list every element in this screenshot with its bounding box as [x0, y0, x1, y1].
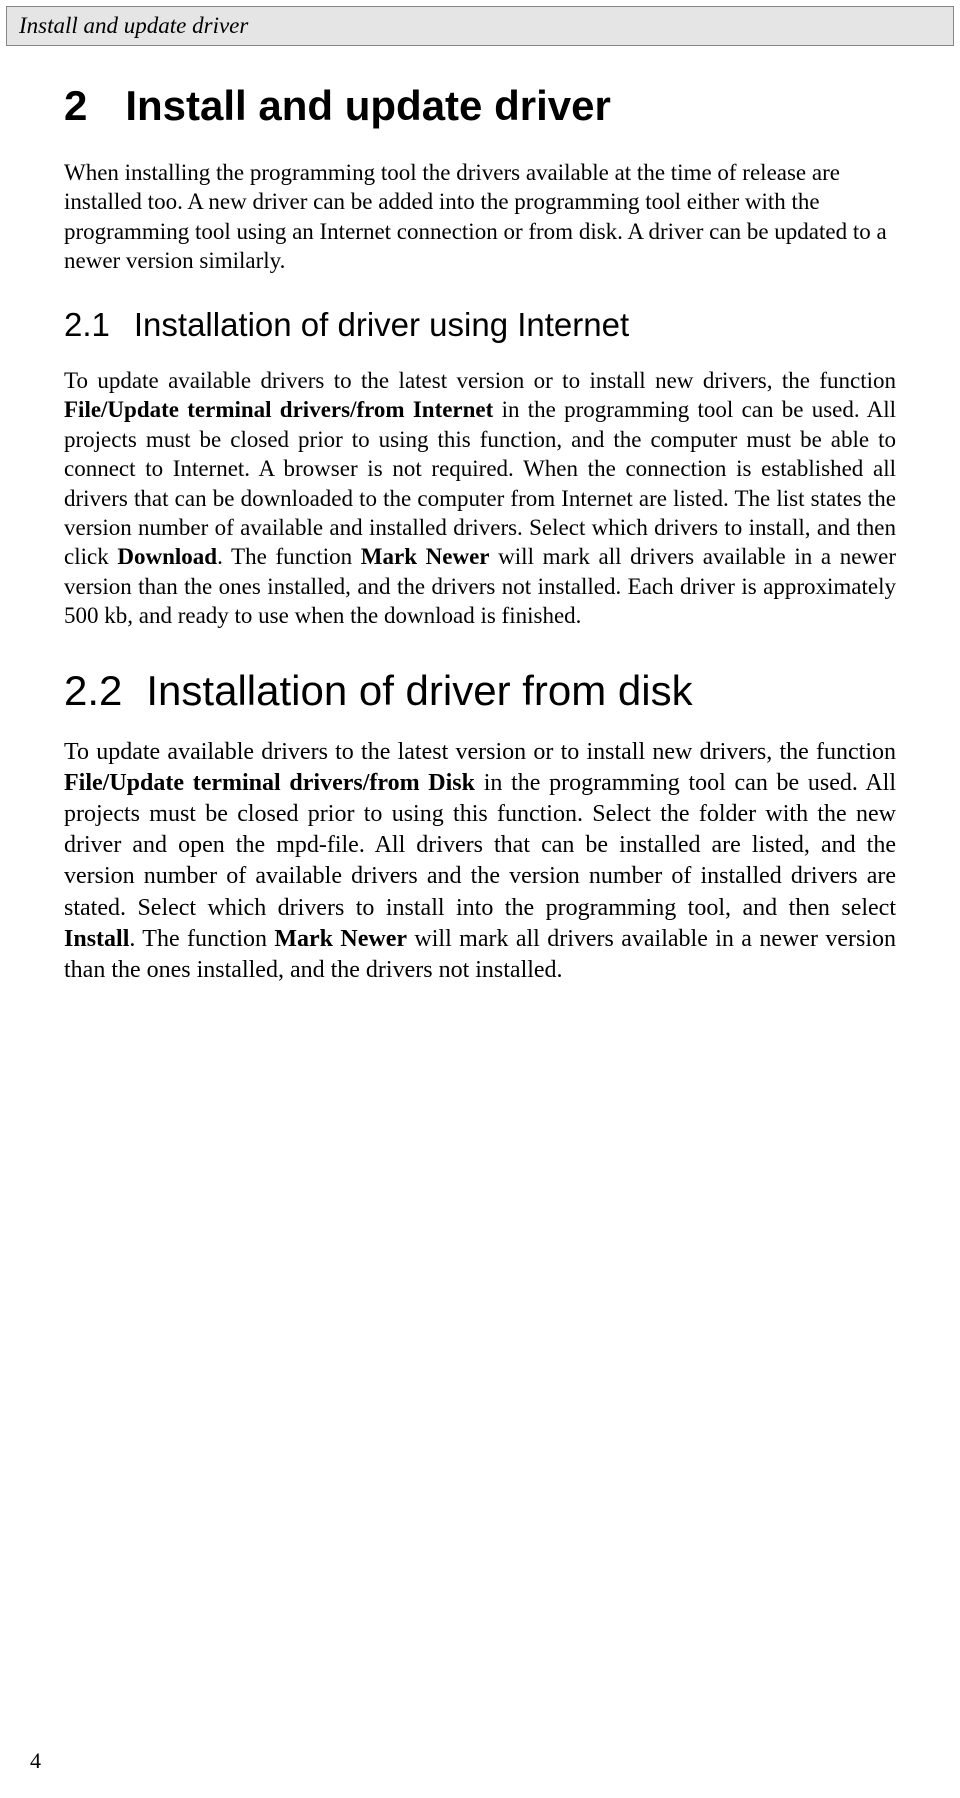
section-title: Installation of driver from disk [146, 667, 692, 715]
page-header: Install and update driver [6, 6, 954, 46]
bold-text: Mark Newer [361, 544, 490, 569]
section-number: 2.1 [64, 306, 110, 344]
chapter-title: Install and update driver [125, 82, 610, 130]
section-2-1-body: To update available drivers to the lates… [64, 366, 896, 631]
text-run: . The function [217, 544, 361, 569]
text-run: To update available drivers to the lates… [64, 368, 896, 393]
header-title: Install and update driver [19, 13, 248, 38]
chapter-number: 2 [64, 82, 87, 130]
section-2-2-body: To update available drivers to the lates… [64, 737, 896, 987]
bold-text: Install [64, 926, 129, 952]
bold-text: File/Update terminal drivers/from Intern… [64, 397, 493, 422]
text-run: To update available drivers to the lates… [64, 739, 896, 765]
chapter-heading: 2 Install and update driver [64, 82, 896, 130]
page-number: 4 [30, 1748, 41, 1774]
intro-paragraph: When installing the programming tool the… [64, 158, 896, 276]
text-run: . The function [129, 926, 274, 952]
bold-text: Download [117, 544, 217, 569]
section-title: Installation of driver using Internet [134, 306, 629, 344]
section-heading-2-2: 2.2 Installation of driver from disk [64, 667, 896, 715]
bold-text: Mark Newer [274, 926, 407, 952]
page-content: 2 Install and update driver When install… [0, 46, 960, 986]
bold-text: File/Update terminal drivers/from Disk [64, 770, 475, 796]
section-heading-2-1: 2.1 Installation of driver using Interne… [64, 306, 896, 344]
section-number: 2.2 [64, 667, 122, 715]
